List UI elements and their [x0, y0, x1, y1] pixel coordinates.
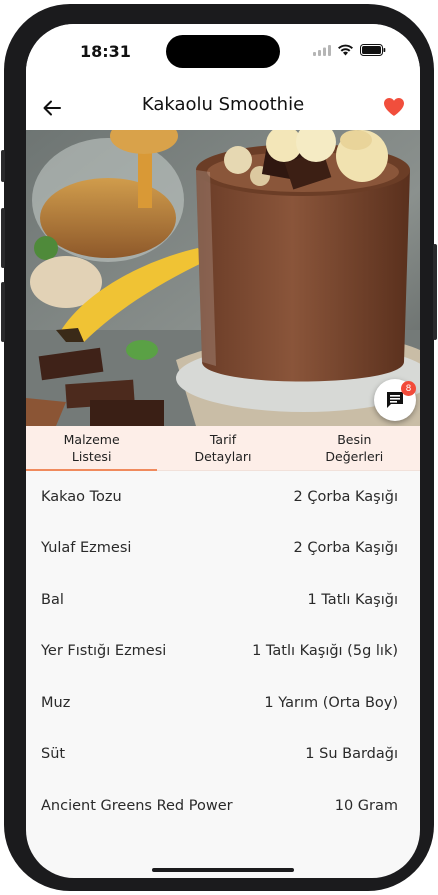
- list-item: Bal 1 Tatlı Kaşığı: [26, 574, 420, 626]
- ingredient-amount: 2 Çorba Kaşığı: [293, 540, 398, 557]
- list-item: Süt 1 Su Bardağı: [26, 729, 420, 781]
- heart-icon: [384, 98, 404, 116]
- arrow-left-icon: [43, 100, 61, 116]
- page-title: Kakaolu Smoothie: [141, 94, 305, 115]
- ingredient-list: Kakao Tozu 2 Çorba Kaşığı Yulaf Ezmesi 2…: [26, 471, 420, 832]
- dynamic-island: [166, 35, 280, 68]
- app-bar: Kakaolu Smoothie: [26, 88, 420, 130]
- ingredient-amount: 1 Tatlı Kaşığı: [307, 591, 398, 608]
- ingredient-amount: 1 Su Bardağı: [305, 746, 398, 763]
- tab-bar: Malzeme Listesi Tarif Detayları Besin De…: [26, 426, 420, 471]
- phone-frame: 18:31 Kakaolu Smoothie 8 Malzeme Listesi…: [1, 4, 437, 891]
- status-time: 18:31: [80, 42, 131, 61]
- ingredient-amount: 10 Gram: [334, 797, 398, 814]
- list-item: Yulaf Ezmesi 2 Çorba Kaşığı: [26, 523, 420, 575]
- tab-ingredients[interactable]: Malzeme Listesi: [26, 426, 158, 471]
- mute-switch: [1, 150, 5, 182]
- battery-icon: [360, 44, 386, 56]
- list-item: Ancient Greens Red Power 10 Gram: [26, 780, 420, 832]
- ingredient-amount: 1 Yarım (Orta Boy): [264, 694, 398, 711]
- signal-icon: [313, 44, 331, 56]
- home-indicator[interactable]: [152, 868, 294, 872]
- ingredient-name: Süt: [41, 746, 66, 763]
- recipe-image: [26, 130, 420, 426]
- ingredient-name: Bal: [41, 591, 64, 608]
- ingredient-name: Kakao Tozu: [41, 488, 122, 505]
- list-item: Muz 1 Yarım (Orta Boy): [26, 677, 420, 729]
- ingredient-amount: 1 Tatlı Kaşığı (5g lık): [252, 643, 398, 660]
- ingredient-name: Yulaf Ezmesi: [41, 540, 132, 557]
- power-button: [433, 244, 437, 340]
- favorite-button[interactable]: [380, 93, 408, 121]
- tab-recipe-details[interactable]: Tarif Detayları: [157, 426, 288, 470]
- volume-up-button: [1, 208, 5, 268]
- tab-nutrition[interactable]: Besin Değerleri: [289, 426, 420, 470]
- screen: 18:31 Kakaolu Smoothie 8 Malzeme Listesi…: [26, 24, 420, 878]
- ingredient-name: Yer Fıstığı Ezmesi: [41, 643, 167, 660]
- ingredient-name: Ancient Greens Red Power: [41, 797, 233, 814]
- status-bar: 18:31: [26, 24, 420, 88]
- ingredient-amount: 2 Çorba Kaşığı: [293, 488, 398, 505]
- chat-badge: 8: [401, 381, 416, 396]
- wifi-icon: [338, 44, 353, 56]
- list-item: Yer Fıstığı Ezmesi 1 Tatlı Kaşığı (5g lı…: [26, 626, 420, 678]
- ingredient-name: Muz: [41, 694, 71, 711]
- status-icons: [313, 44, 386, 56]
- back-button[interactable]: [38, 94, 66, 122]
- list-item: Kakao Tozu 2 Çorba Kaşığı: [26, 471, 420, 523]
- volume-down-button: [1, 282, 5, 342]
